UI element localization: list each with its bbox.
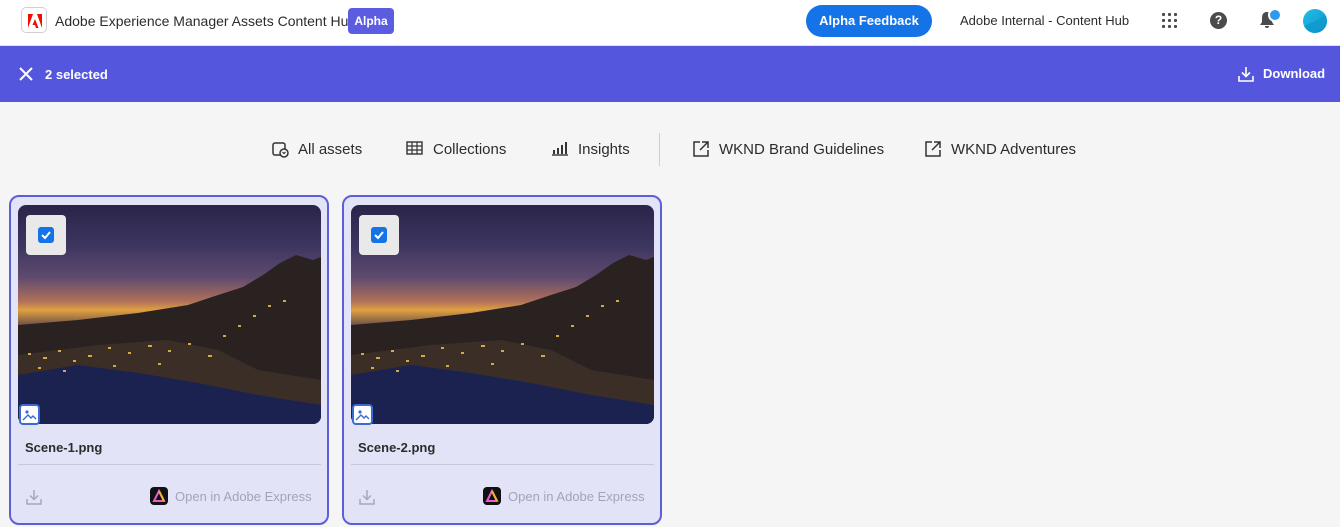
app-title[interactable]: Adobe Experience Manager Assets Content … [55, 13, 356, 29]
nav-wknd-adventures[interactable]: WKND Adventures [924, 139, 1077, 159]
alpha-badge: Alpha [348, 8, 394, 34]
asset-thumbnail[interactable] [18, 205, 321, 424]
external-link-icon [693, 141, 709, 157]
select-checkbox[interactable] [26, 215, 66, 255]
select-checkbox[interactable] [359, 215, 399, 255]
download-icon[interactable] [25, 488, 43, 506]
top-header: Adobe Experience Manager Assets Content … [0, 0, 1340, 46]
app-switcher-icon[interactable] [1162, 13, 1178, 29]
collections-grid-icon [406, 141, 423, 155]
card-divider [351, 464, 654, 465]
asset-file-name[interactable]: Scene-2.png [358, 440, 435, 455]
all-assets-icon [272, 142, 289, 158]
asset-card[interactable]: Scene-2.png Open in Adobe Express [342, 195, 662, 525]
adobe-logo-icon[interactable] [21, 7, 47, 33]
nav-label: WKND Adventures [951, 141, 1077, 158]
asset-thumbnail[interactable] [351, 205, 654, 424]
adobe-express-icon [150, 487, 168, 505]
adobe-express-icon [483, 487, 501, 505]
nav-divider [659, 133, 660, 166]
insights-bar-icon [552, 142, 568, 156]
alpha-feedback-button[interactable]: Alpha Feedback [806, 5, 932, 37]
image-icon [352, 404, 373, 425]
selection-count: 2 selected [45, 67, 108, 82]
nav-wknd-brand-guidelines[interactable]: WKND Brand Guidelines [692, 139, 885, 159]
asset-file-name[interactable]: Scene-1.png [25, 440, 102, 455]
checkmark-icon [371, 227, 387, 243]
notification-badge [1268, 8, 1282, 22]
nav-insights[interactable]: Insights [551, 139, 631, 159]
image-icon [19, 404, 40, 425]
selection-action-bar: 2 selected Download [0, 46, 1340, 102]
nav-label: All assets [298, 141, 363, 158]
nav-all-assets[interactable]: All assets [271, 139, 363, 159]
asset-card[interactable]: Scene-1.png Open in Adobe Express [9, 195, 329, 525]
nav-label: Collections [433, 141, 507, 158]
nav-collections[interactable]: Collections [406, 139, 506, 159]
nav-label: WKND Brand Guidelines [719, 141, 885, 158]
card-divider [18, 464, 321, 465]
open-in-express-label: Open in Adobe Express [175, 489, 312, 504]
external-link-icon [925, 141, 941, 157]
nav-label: Insights [578, 141, 630, 158]
checkmark-icon [38, 227, 54, 243]
org-switcher[interactable]: Adobe Internal - Content Hub [960, 13, 1129, 28]
download-icon[interactable] [358, 488, 376, 506]
download-icon [1238, 67, 1254, 82]
help-icon[interactable]: ? [1210, 12, 1227, 29]
open-in-express-label: Open in Adobe Express [508, 489, 645, 504]
clear-selection-close-icon[interactable] [19, 67, 33, 81]
avatar[interactable] [1303, 9, 1327, 33]
download-label: Download [1263, 66, 1326, 81]
